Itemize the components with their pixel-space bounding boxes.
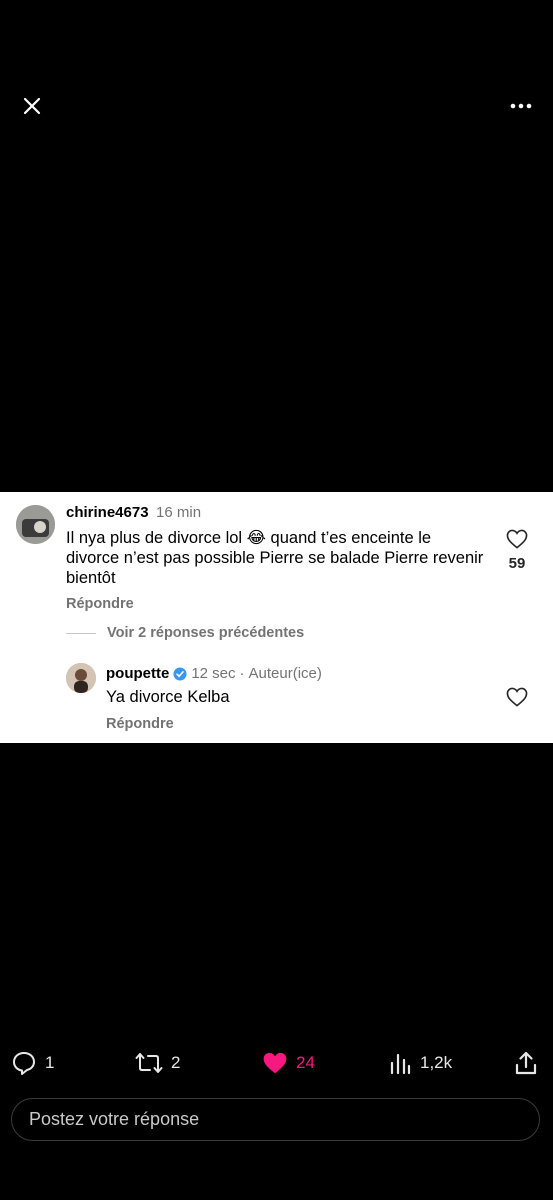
comment-like[interactable]: 59 [505, 529, 529, 572]
author-separator: · [239, 665, 245, 682]
like-count: 59 [508, 555, 526, 572]
close-icon [23, 97, 41, 115]
reply-link[interactable]: Répondre [106, 716, 174, 732]
reply-input[interactable] [27, 1108, 539, 1131]
reply-like[interactable] [505, 687, 529, 707]
like-button[interactable]: 24 [262, 1045, 315, 1081]
heart-outline-icon [506, 529, 528, 549]
avatar [16, 505, 55, 544]
more-options-button[interactable] [505, 90, 537, 122]
views-count: 1,2k [420, 1053, 453, 1072]
verified-badge-icon [173, 667, 187, 680]
thread-divider [66, 633, 96, 634]
heart-outline-icon [506, 687, 528, 707]
close-button[interactable] [16, 90, 48, 122]
repost-count: 2 [171, 1053, 181, 1072]
avatar [66, 663, 96, 693]
reply-composer[interactable] [11, 1098, 540, 1141]
reply-count: 1 [45, 1053, 55, 1072]
analytics-bars-icon [390, 1053, 411, 1075]
comment-time: 16 min [156, 504, 202, 521]
more-horizontal-icon [510, 103, 532, 109]
share-icon [515, 1051, 537, 1075]
comment-text: Il nya plus de divorce lol 😂 quand t’es … [66, 529, 484, 587]
share-button[interactable] [514, 1045, 538, 1081]
media-image[interactable]: chirine4673 16 min Il nya plus de divorc… [0, 492, 553, 743]
post-action-bar: 1 2 24 1,2k [0, 1045, 553, 1081]
reply-time: 12 sec [191, 665, 236, 682]
heart-filled-icon [263, 1052, 287, 1074]
reply-username: poupette [106, 665, 170, 682]
reply-header: poupette 12 sec · Auteur(ice) [106, 665, 322, 682]
reply-bubble-icon [13, 1052, 35, 1075]
views-button[interactable]: 1,2k [388, 1045, 452, 1081]
reply-link[interactable]: Répondre [66, 596, 134, 612]
author-tag: Auteur(ice) [248, 665, 322, 682]
reply-button[interactable]: 1 [11, 1045, 54, 1081]
like-count: 24 [296, 1053, 315, 1072]
view-previous-replies[interactable]: Voir 2 réponses précédentes [107, 625, 304, 641]
repost-icon [135, 1053, 163, 1073]
repost-button[interactable]: 2 [135, 1045, 180, 1081]
comment-header: chirine4673 16 min [66, 504, 201, 522]
comment-username: chirine4673 [66, 504, 149, 521]
reply-text: Ya divorce Kelba [106, 688, 230, 706]
